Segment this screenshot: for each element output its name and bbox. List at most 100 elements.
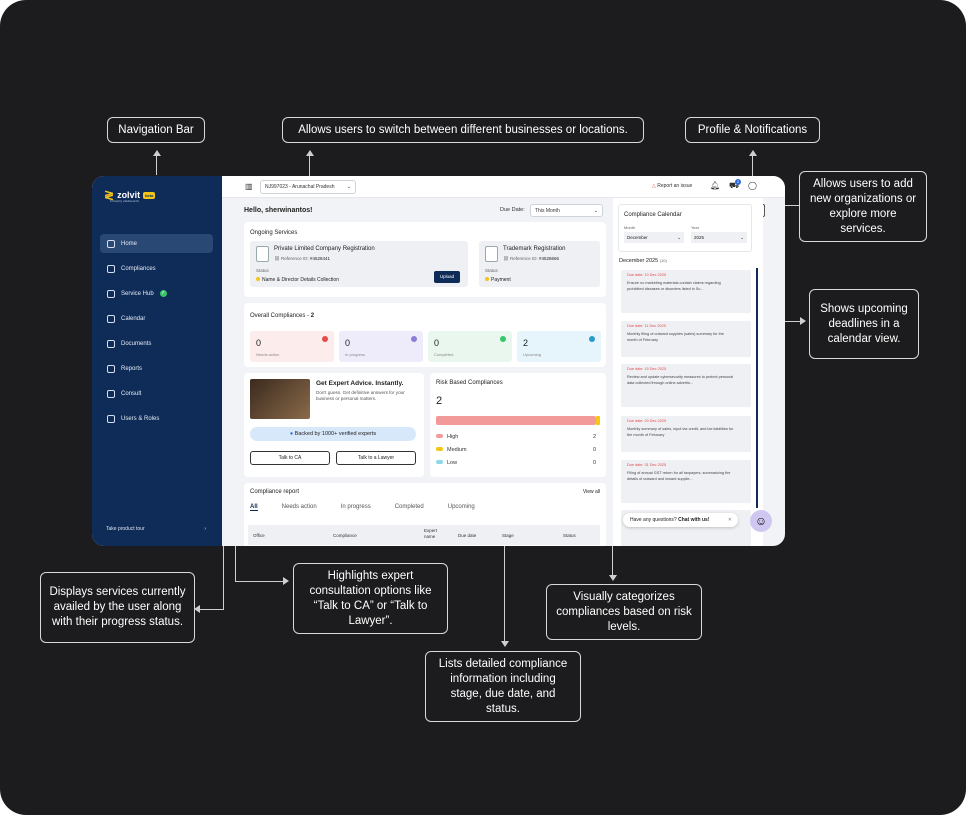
sidebar-item-label: Home	[121, 240, 138, 247]
service-card[interactable]: Trademark Registration ⛓︎ Reference ID: …	[479, 241, 600, 287]
sidebar-item-label: Calendar	[121, 315, 146, 322]
report-issue-link[interactable]: △ Report an issue	[652, 183, 692, 189]
calendar-scrollbar[interactable]	[756, 268, 758, 508]
sidebar-item-service-hub[interactable]: Service Hub ✓	[100, 284, 213, 303]
tab-needs-action[interactable]: Needs action	[282, 504, 317, 511]
connector	[198, 609, 224, 610]
sidebar-item-label: Consult	[121, 390, 142, 397]
risk-level-label: Low	[436, 460, 457, 466]
month-select[interactable]: December ⌄	[624, 232, 684, 243]
business-switcher[interactable]: NJ997023 - Arunachal Pradesh ⌄	[260, 180, 356, 194]
calendar-period: December 2025 (10)	[619, 258, 667, 264]
reference-value: #4528666	[539, 256, 560, 261]
service-card[interactable]: Private Limited Company Registration ⛓︎ …	[250, 241, 468, 287]
report-title: Compliance report	[250, 489, 300, 495]
report-issue-label: Report an issue	[657, 183, 693, 189]
due-date-select[interactable]: This Month ⌄	[530, 204, 603, 217]
talk-to-lawyer-button[interactable]: Talk to a Lawyer	[336, 451, 416, 465]
deadline-item[interactable]: Due date: 31 Dec 2025 Filing of annual GS…	[621, 460, 751, 503]
callout-add-organization: Allows users to add new organizations or…	[799, 171, 927, 242]
stat-completed[interactable]: 0 Completed	[428, 331, 512, 362]
column-due-date: Due date	[458, 533, 477, 538]
callout-switch-business: Allows users to switch between different…	[282, 117, 644, 143]
alert-icon	[322, 336, 328, 342]
tab-completed[interactable]: Completed	[395, 504, 424, 511]
close-icon[interactable]: ✕	[728, 513, 732, 527]
connector-arrow	[194, 605, 200, 613]
sidebar-item-consult[interactable]: Consult	[100, 384, 213, 403]
connector-arrow	[609, 575, 617, 581]
view-all-link[interactable]: View all	[583, 489, 600, 495]
chat-avatar-icon[interactable]: ☺	[750, 510, 772, 532]
sidebar-item-compliances[interactable]: Compliances	[100, 259, 213, 278]
logo-tagline: formerly vakilsearch	[110, 199, 140, 203]
link-icon: ⛓︎	[503, 256, 509, 261]
sidebar-item-documents[interactable]: Documents	[100, 334, 213, 353]
product-tour-link[interactable]: Take product tour ›	[106, 526, 206, 532]
ongoing-services-card: Ongoing Services Private Limited Company…	[244, 222, 606, 297]
overall-compliances-title: Overall Compliances - 2	[250, 313, 314, 319]
business-name: NJ997023 - Arunachal Pradesh	[265, 184, 335, 190]
sidebar-item-label: Compliances	[121, 265, 156, 272]
risk-level-label: Medium	[436, 447, 467, 453]
app-window: ≷ zolvit beta formerly vakilsearch Home …	[92, 176, 785, 546]
deadline-item[interactable]: Due date: 15 Dec 2025 Review and update c…	[621, 364, 751, 407]
callout-profile-notifications: Profile & Notifications	[685, 117, 820, 143]
stat-label: Completed	[434, 352, 454, 357]
talk-to-ca-button[interactable]: Talk to CA	[250, 451, 330, 465]
connector	[235, 581, 285, 582]
verified-icon: ●	[289, 431, 294, 437]
users-icon	[107, 414, 115, 423]
risk-title: Risk Based Compliances	[436, 380, 503, 386]
risk-level-count: 0	[592, 460, 596, 466]
deadline-text: Ensure no marketing materials contain cl…	[627, 281, 721, 291]
profile-icon[interactable]: ◯	[748, 181, 757, 190]
backed-by-badge: ● Backed by 1000+ verified experts	[250, 427, 416, 441]
sidebar-item-users-roles[interactable]: Users & Roles	[100, 409, 213, 428]
deadline-item[interactable]: Due date: 11 Dec 2025 Monthly filing of o…	[621, 321, 751, 357]
risk-level-name: Medium	[447, 447, 467, 453]
connector-arrow	[306, 150, 314, 156]
zolvit-logo[interactable]: ≷ zolvit beta formerly vakilsearch	[104, 188, 156, 203]
grid-icon	[107, 289, 115, 298]
risk-level-medium: Medium 0	[436, 447, 596, 453]
bell-icon[interactable]: 🔔︎	[710, 181, 720, 190]
deadline-text: Monthly filing of outward supplies (sale…	[627, 332, 724, 342]
status-label: Status	[485, 268, 498, 273]
risk-level-name: High	[447, 434, 459, 440]
column-status: Status	[563, 533, 576, 538]
building-icon: ▥	[245, 182, 253, 191]
compliance-calendar-panel: Compliance Calendar Month December ⌄ Year…	[613, 198, 763, 546]
risk-level-name: Low	[447, 460, 458, 466]
stat-label: Needs action	[256, 352, 280, 357]
deadline-item[interactable]: Due date: 10 Dec 2025 Ensure no marketing…	[621, 270, 751, 313]
beta-badge: beta	[143, 191, 156, 199]
sidebar: ≷ zolvit beta formerly vakilsearch Home …	[92, 176, 222, 546]
stat-upcoming[interactable]: 2 Upcoming	[517, 331, 601, 362]
chat-bubble[interactable]: Have any questions? Chat with us! ✕	[623, 513, 738, 527]
sidebar-item-reports[interactable]: Reports	[100, 359, 213, 378]
tab-all[interactable]: All	[250, 504, 258, 511]
year-select[interactable]: 2025 ⌄	[691, 232, 747, 243]
sidebar-item-calendar[interactable]: Calendar	[100, 309, 213, 328]
stat-in-progress[interactable]: 0 In progress	[339, 331, 423, 362]
chevron-down-icon: ⌄	[593, 208, 598, 214]
upload-button[interactable]: Upload	[434, 271, 460, 283]
chevron-down-icon: ⌄	[677, 235, 681, 240]
sidebar-item-home[interactable]: Home	[100, 234, 213, 253]
tab-in-progress[interactable]: In progress	[341, 504, 371, 511]
risk-level-count: 0	[592, 447, 596, 453]
medium-swatch	[436, 447, 443, 451]
tab-upcoming[interactable]: Upcoming	[448, 504, 475, 511]
deadline-item[interactable]: Due date: 20 Dec 2025 Monthly summary of …	[621, 416, 751, 452]
stat-needs-action[interactable]: 0 Needs action	[250, 331, 334, 362]
table-header: Office Compliance Expert name Due date S…	[248, 525, 600, 545]
consult-icon	[107, 389, 115, 398]
deadline-due-date: Due date: 20 Dec 2025	[627, 419, 667, 423]
product-tour-label: Take product tour	[106, 526, 145, 532]
stat-value: 0	[345, 338, 351, 348]
service-title: Private Limited Company Registration	[274, 246, 375, 252]
deadline-text: Monthly summary of sales, input tax cred…	[627, 427, 734, 437]
chat-link[interactable]: Chat with us!	[678, 517, 709, 523]
deadline-text: Review and update cybersecurity measures…	[627, 375, 734, 385]
